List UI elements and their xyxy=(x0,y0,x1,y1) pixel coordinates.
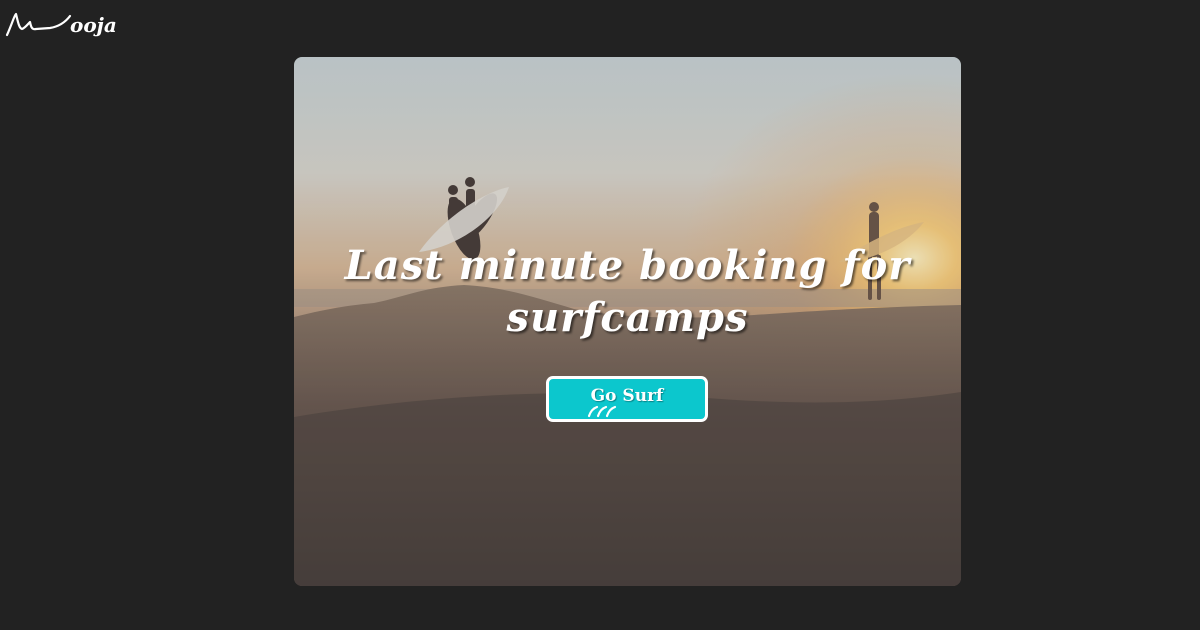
site-logo[interactable]: ooja xyxy=(4,2,117,44)
logo-text: ooja xyxy=(70,13,116,37)
hero-headline: Last minute booking for surfcamps xyxy=(344,242,911,341)
page: ooja Last minute booking for surfcamps G… xyxy=(0,0,1200,630)
wave-logo-icon: ooja xyxy=(5,12,117,37)
go-surf-button[interactable]: Go Surf xyxy=(546,376,708,422)
hero-banner: Last minute booking for surfcamps Go Sur… xyxy=(294,57,961,586)
wave-icon xyxy=(587,405,617,418)
go-surf-button-label: Go Surf xyxy=(590,386,664,406)
